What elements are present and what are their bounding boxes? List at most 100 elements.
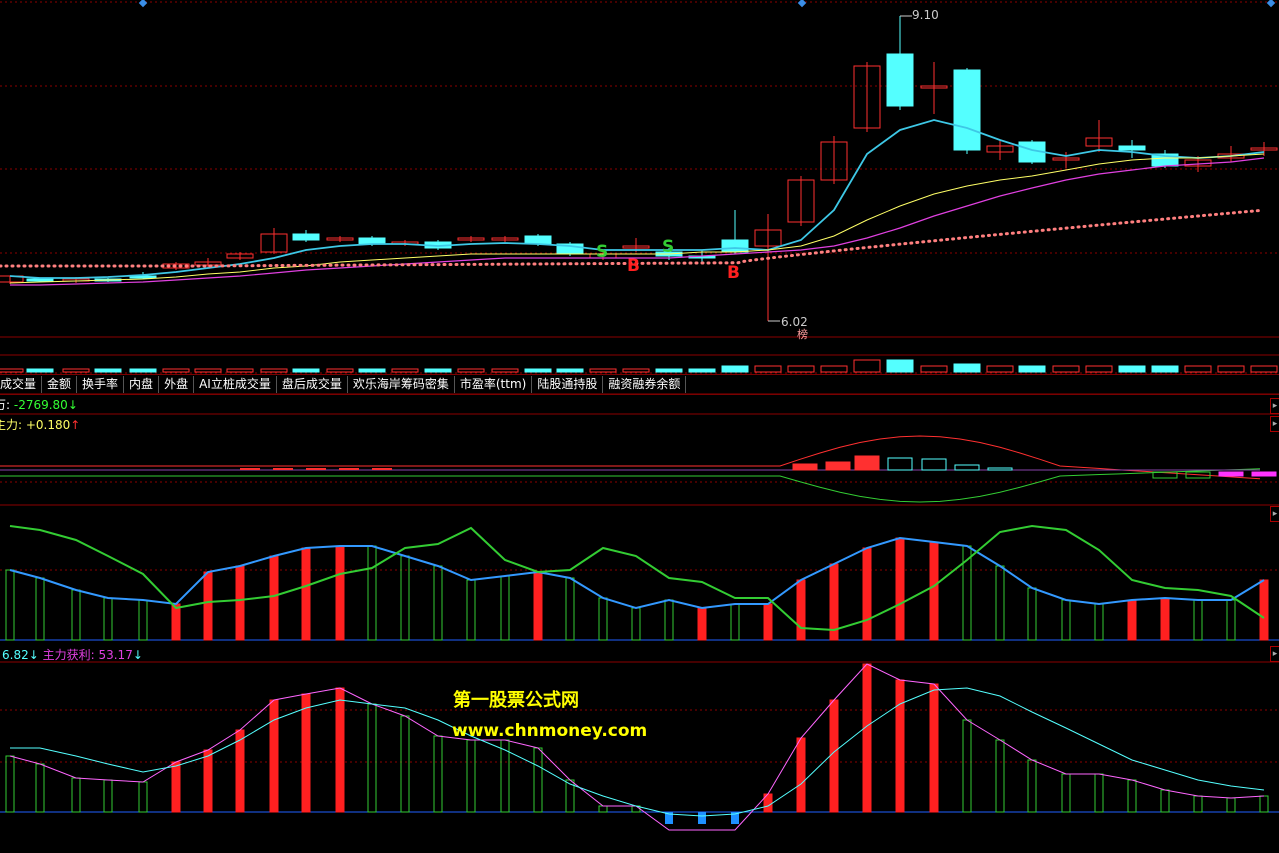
- indicator3-bar: [466, 739, 476, 813]
- watermark-url: www.chnmoney.com: [452, 721, 648, 741]
- top-marker: [138, 0, 148, 8]
- volume-bar: [326, 368, 354, 373]
- volume-bar: [1018, 365, 1046, 373]
- indicator3-bar: [71, 777, 81, 813]
- indicator2-bar: [895, 537, 905, 641]
- indicator2-bar: [335, 545, 345, 641]
- volume-bar: [1118, 365, 1146, 373]
- tab-chip-concentration[interactable]: 欢乐海岸筹码密集: [348, 376, 455, 393]
- volume-bar: [1217, 365, 1245, 373]
- candle-body: [26, 278, 54, 282]
- tab-outer-volume[interactable]: 外盘: [159, 376, 195, 393]
- indicator2-bar: [664, 599, 674, 641]
- volume-bar: [655, 368, 683, 373]
- volume-bar: [754, 365, 782, 373]
- indicator2-bar: [565, 577, 575, 641]
- tab-ai-pile-volume[interactable]: AI立桩成交量: [194, 376, 277, 393]
- indicator1-green-line: [0, 468, 1261, 503]
- indicator3-bar: [367, 703, 377, 813]
- indicator2-bar: [763, 603, 773, 641]
- indicator3-bar: [1027, 759, 1037, 813]
- volume-bar: [524, 368, 552, 373]
- volume-bar: [556, 368, 584, 373]
- volume-bar: [787, 365, 815, 373]
- volume-bar: [62, 368, 90, 373]
- watermark-title: 第一股票公式网: [453, 690, 579, 711]
- volume-bar: [589, 368, 617, 373]
- indicator1-line1-value: -2769.80: [13, 398, 68, 412]
- indicator3-bar: [598, 805, 608, 813]
- indicator3-magenta-line: [9, 663, 1265, 831]
- indicator3-bar: [796, 737, 806, 813]
- indicator2-bar: [269, 555, 279, 641]
- volume-bar: [292, 368, 320, 373]
- indicator3-bar: [5, 755, 15, 813]
- indicator3-bar: [400, 715, 410, 813]
- panel-scroll-button-4[interactable]: ▸: [1270, 646, 1279, 662]
- indicator3-bar: [500, 739, 510, 813]
- indicator3-bar: [962, 719, 972, 813]
- indicator2-bar: [235, 565, 245, 641]
- indicator1-bar: [987, 467, 1013, 471]
- volume-bar: [1085, 365, 1113, 373]
- indicator3-bar: [335, 687, 345, 813]
- indicator3-header: 6.82↓ 主力获利: 53.17↓: [2, 646, 143, 663]
- volume-bar: [457, 368, 485, 373]
- indicator3-arrow2: ↓: [132, 648, 143, 662]
- volume-bar: [853, 359, 881, 373]
- indicator3-bar: [1127, 779, 1137, 813]
- indicator1-line2: 主力: +0.180↑: [0, 416, 80, 433]
- indicator1-bar: [887, 457, 913, 471]
- indicator1-red-line: [0, 435, 1261, 480]
- indicator1-line1-arrow: ↓: [67, 398, 78, 412]
- indicator1-line2-value: +0.180: [25, 418, 71, 432]
- indicator2-bar: [171, 603, 181, 641]
- panel-scroll-button-2[interactable]: ▸: [1270, 416, 1279, 432]
- indicator3-bar: [1061, 773, 1071, 813]
- indicator2-blue-line: [9, 536, 1265, 610]
- panel-scroll-button-3[interactable]: ▸: [1270, 506, 1279, 522]
- indicator2-bar: [533, 571, 543, 641]
- volume-bar: [424, 368, 452, 373]
- volume-bar: [94, 368, 122, 373]
- indicator3-bar: [995, 739, 1005, 813]
- signal-s-1: S: [596, 242, 609, 262]
- indicator1-bar: [1251, 471, 1277, 477]
- indicator2-bar: [1160, 597, 1170, 641]
- indicator2-bar: [929, 541, 939, 641]
- indicator2-bar: [103, 597, 113, 641]
- indicator3-bar: [1094, 773, 1104, 813]
- tab-turnover[interactable]: 换手率: [77, 376, 125, 393]
- tab-pe-ttm[interactable]: 市盈率(ttm): [455, 376, 533, 393]
- indicator3-value2: 53.17: [98, 648, 133, 662]
- volume-bar: [391, 368, 419, 373]
- signal-b-2: B: [727, 263, 740, 283]
- indicator3-bar: [895, 679, 905, 813]
- indicator3-bar: [203, 749, 213, 813]
- signal-s-2: S: [662, 237, 675, 257]
- tab-amount[interactable]: 金额: [42, 376, 78, 393]
- volume-bar: [1052, 365, 1080, 373]
- volume-bar: [1250, 365, 1278, 373]
- indicator3-bar: [1160, 789, 1170, 813]
- candle-body: [524, 235, 552, 245]
- candle-body: [721, 239, 749, 253]
- bang-text: 榜: [797, 328, 808, 341]
- indicator3-label2: 主力获利:: [42, 648, 99, 662]
- indicator2-bar: [203, 571, 213, 641]
- panel-scroll-button-1[interactable]: ▸: [1270, 398, 1279, 414]
- indicator2-green-line: [9, 524, 1265, 632]
- tab-margin-balance[interactable]: 融资融券余额: [603, 376, 687, 393]
- indicator1-bar: [1218, 471, 1244, 477]
- bang-badge: 榜: [797, 326, 808, 342]
- tab-northbound-holding[interactable]: 陆股通持股: [532, 376, 604, 393]
- tab-volume[interactable]: 成交量: [0, 376, 43, 393]
- volume-bar: [491, 368, 519, 373]
- indicator3-arrow1: ↓: [28, 648, 39, 662]
- indicator1-small-bar: [240, 468, 260, 470]
- tab-after-hours-volume[interactable]: 盘后成交量: [277, 376, 348, 393]
- indicator2-bar: [631, 607, 641, 641]
- tab-inner-volume[interactable]: 内盘: [124, 376, 160, 393]
- volume-bar: [1184, 365, 1212, 373]
- indicator2-bar: [400, 555, 410, 641]
